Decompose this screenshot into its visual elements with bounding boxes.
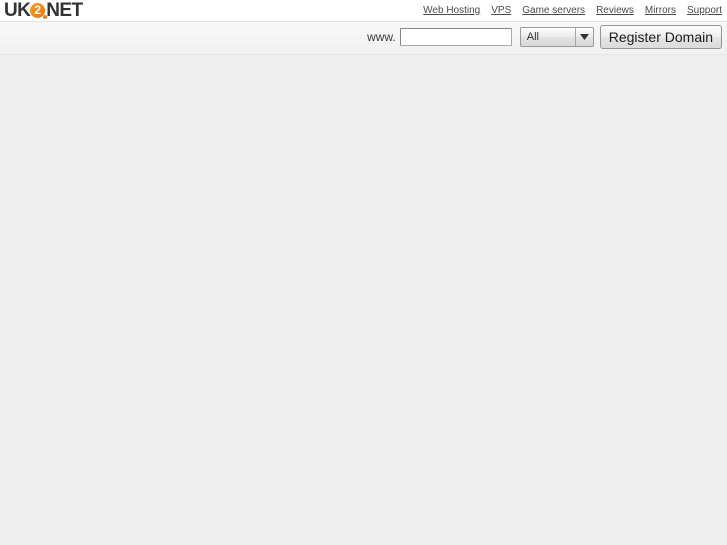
domain-search-form: www. All Register Domain	[367, 25, 722, 49]
tld-select[interactable]: All	[519, 27, 594, 47]
logo-text-after: NET	[46, 0, 83, 21]
nav-link-game-servers[interactable]: Game servers	[522, 5, 585, 17]
page-root: UK 2 NET Web Hosting VPS Game servers Re…	[0, 0, 727, 545]
nav-link-mirrors[interactable]: Mirrors	[645, 5, 676, 17]
site-logo[interactable]: UK 2 NET	[4, 0, 83, 21]
chevron-down-icon[interactable]	[574, 28, 593, 46]
nav-link-support[interactable]: Support	[687, 5, 722, 17]
primary-nav: Web Hosting VPS Game servers Reviews Mir…	[423, 4, 722, 18]
www-prefix-label: www.	[367, 30, 396, 44]
nav-link-reviews[interactable]: Reviews	[596, 5, 634, 17]
domain-name-input[interactable]	[399, 28, 512, 46]
logo-circle-icon: 2	[30, 2, 48, 19]
site-header: UK 2 NET Web Hosting VPS Game servers Re…	[0, 0, 727, 21]
tld-select-value: All	[526, 31, 539, 43]
nav-link-vps[interactable]: VPS	[491, 5, 511, 17]
nav-link-web-hosting[interactable]: Web Hosting	[423, 5, 480, 17]
register-domain-button[interactable]: Register Domain	[599, 25, 722, 49]
logo-dot-shape	[43, 14, 48, 19]
main-content-area	[0, 55, 727, 545]
domain-search-bar: www. All Register Domain	[0, 21, 727, 55]
logo-text-before: UK	[4, 0, 31, 21]
